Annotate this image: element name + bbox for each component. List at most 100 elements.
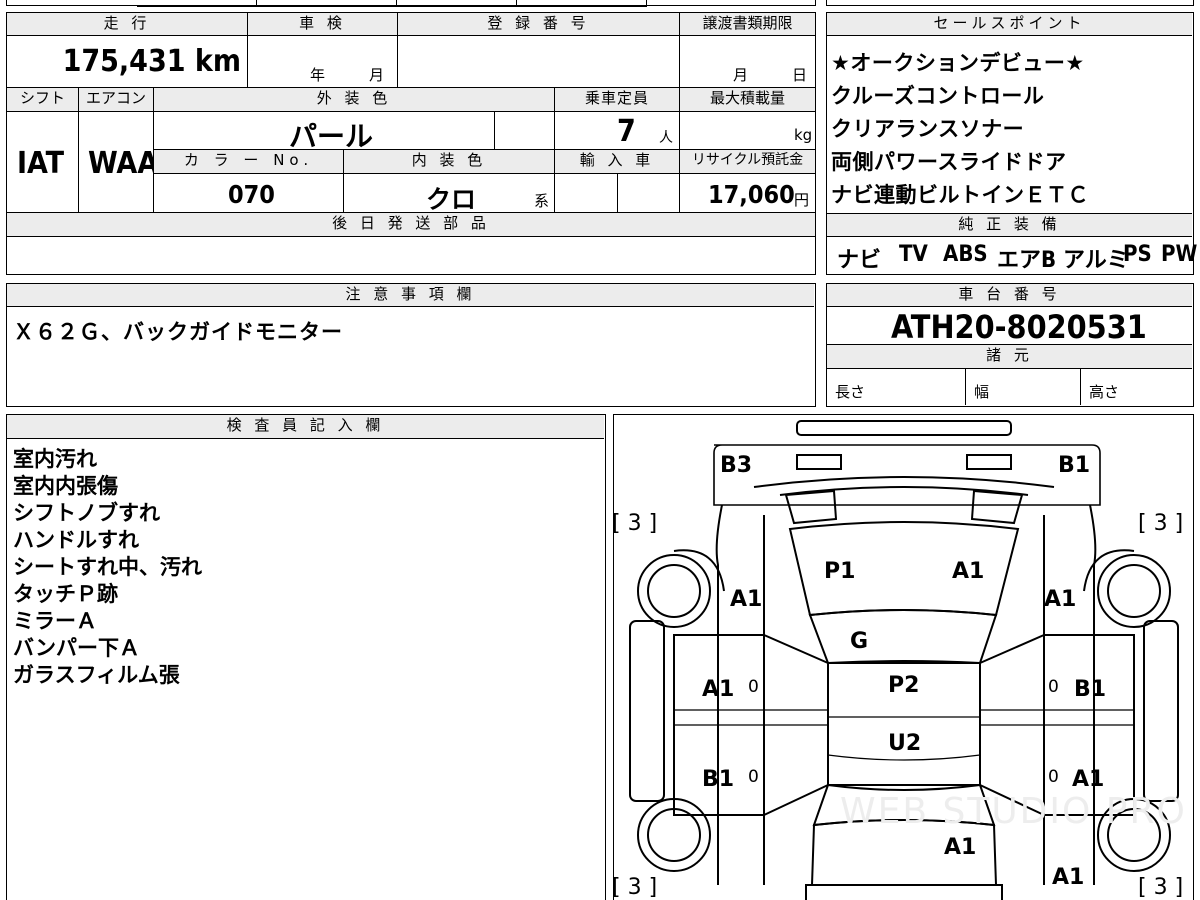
recycle-header: リサイクル預託金: [680, 150, 815, 174]
damage-door-front-left: A1: [702, 677, 735, 702]
damage-rear-right: A1: [1052, 865, 1085, 890]
exterior-header: 外 装 色: [154, 88, 555, 112]
capacity-value: 7: [617, 114, 636, 149]
colorno-header: カ ラ ー No.: [154, 150, 344, 174]
inspector-line: ハンドルすれ: [13, 528, 139, 552]
inspector-line: ミラーＡ: [13, 609, 97, 633]
top-strip-cell: [397, 0, 517, 7]
specs-width-label: 幅: [974, 383, 990, 401]
damage-back: A1: [944, 835, 977, 860]
equipment-item: ナビ: [837, 248, 882, 273]
damage-hood-right: A1: [952, 559, 985, 584]
specs-width-cell: 幅: [966, 369, 1081, 405]
equipment-item: PS: [1123, 242, 1152, 267]
shaken-month-label: 月: [369, 66, 385, 84]
mileage-header: 走 行: [7, 13, 248, 36]
top-strip-right: [826, 0, 1194, 6]
shaken-header: 車 検: [248, 13, 398, 36]
mileage-cell: 175,431 km: [7, 36, 248, 88]
interior-header: 内 装 色: [344, 150, 555, 174]
exterior-extra-cell: [495, 112, 555, 150]
later-parts-header: 後 日 発 送 部 品: [7, 213, 815, 237]
inspector-line: ガラスフィルム張: [13, 663, 180, 687]
top-strip-cell: [137, 0, 257, 7]
damage-door-front-right: B1: [1074, 677, 1107, 702]
mileage-unit: km: [194, 44, 241, 79]
registration-cell: [398, 36, 680, 88]
inspector-box: 検 査 員 記 入 欄 室内汚れ 室内内張傷 シフトノブすれ ハンドルすれ シー…: [6, 414, 606, 900]
sales-points-header: セールスポイント: [827, 13, 1192, 36]
capacity-cell: 7 人: [555, 112, 680, 150]
specs-header: 諸 元: [827, 345, 1192, 369]
damage-front-right: B1: [1058, 453, 1091, 478]
exterior-cell: パール: [154, 112, 495, 150]
maxload-unit: kg: [794, 126, 813, 144]
maxload-header: 最大積載量: [680, 88, 815, 112]
equipment-item: TV: [899, 242, 928, 267]
top-strip-cell: [517, 0, 647, 7]
sales-point-line: クルーズコントロール: [831, 84, 1045, 108]
specs-length-label: 長さ: [835, 383, 866, 401]
top-strip-cell: [257, 0, 397, 7]
damage-door-rear-left: B1: [702, 767, 735, 792]
recycle-value: 17,060: [708, 180, 795, 209]
equipment-item: アルミ: [1063, 248, 1129, 273]
mileage-value: 175,431: [62, 44, 186, 79]
inspector-line: 室内内張傷: [13, 474, 118, 498]
tire-front-left-label: [ 3 ]: [612, 511, 658, 536]
inspector-line: シートすれ中、汚れ: [13, 555, 202, 579]
registration-header: 登 録 番 号: [398, 13, 680, 36]
transfer-day-label: 日: [792, 66, 808, 84]
interior-suffix: 系: [534, 192, 550, 210]
import-header: 輸 入 車: [555, 150, 680, 174]
transfer-header: 譲渡書類期限: [680, 13, 815, 36]
specs-height-label: 高さ: [1089, 383, 1120, 401]
tire-rear-right-label: [ 3 ]: [1138, 875, 1184, 900]
damage-roof-2: U2: [888, 731, 922, 756]
equipment-item: エアB: [997, 248, 1057, 273]
chassis-header: 車 台 番 号: [827, 284, 1192, 307]
chassis-box: 車 台 番 号 ATH20-8020531 諸 元 長さ 幅 高さ: [826, 283, 1194, 407]
damage-glass: G: [850, 629, 869, 654]
top-strip: [6, 0, 816, 7]
watermark: WEB STUDIO PRO: [840, 791, 1187, 832]
interior-cell: クロ 系: [344, 174, 555, 213]
recycle-cell: 17,060 円: [680, 174, 815, 213]
inspector-line: シフトノブすれ: [13, 501, 160, 525]
equipment-header: 純 正 装 備: [827, 213, 1192, 237]
damage-hood-left: P1: [824, 559, 856, 584]
exterior-value: パール: [289, 120, 374, 150]
damage-front-left: B3: [720, 453, 753, 478]
sales-points-box: セールスポイント ★オークションデビュー★ クルーズコントロール クリアランスソ…: [826, 12, 1198, 275]
import-cell-b: [618, 174, 680, 213]
equipment-item: PW: [1161, 242, 1198, 267]
sales-point-line: クリアランスソナー: [831, 117, 1025, 141]
recycle-unit: 円: [794, 191, 810, 209]
notes-header: 注 意 事 項 欄: [7, 284, 814, 307]
later-parts-cell: [7, 237, 815, 273]
aircon-value: WAA: [88, 146, 154, 181]
damage-door-rear-right: A1: [1072, 767, 1105, 792]
shift-value: IAT: [17, 146, 65, 181]
inspector-line: バンパー下Ａ: [13, 636, 141, 660]
specs-length-cell: 長さ: [827, 369, 966, 405]
transfer-month-label: 月: [733, 66, 749, 84]
aircon-header: エアコン: [79, 88, 154, 112]
sales-point-line: 両側パワースライドドア: [831, 150, 1067, 174]
damage-fender-right: A1: [1044, 587, 1077, 612]
transfer-cell: 月 日: [680, 36, 815, 88]
shaken-cell: 年 月: [248, 36, 398, 88]
capacity-header: 乗車定員: [555, 88, 680, 112]
chassis-value: ATH20-8020531: [891, 308, 1147, 346]
notes-box: 注 意 事 項 欄 Ｘ６２Ｇ、バックガイドモニター: [6, 283, 816, 407]
vehicle-info-table: 走 行 車 検 登 録 番 号 譲渡書類期限 175,431 km 年 月 月 …: [6, 12, 816, 275]
aircon-cell: WAA: [79, 112, 154, 213]
car-diagram-box: [ 3 ] [ 3 ] [ 3 ] [ 3 ] B3 B1 P1 A1 A1 A…: [612, 414, 1194, 900]
interior-value: クロ: [426, 185, 477, 213]
import-cell-a: [555, 174, 618, 213]
door-front-right-zero: 0: [1048, 677, 1059, 697]
capacity-unit: 人: [659, 130, 673, 146]
inspector-line: タッチＰ跡: [13, 582, 118, 606]
maxload-cell: kg: [680, 112, 815, 150]
door-rear-right-zero: 0: [1048, 767, 1059, 787]
